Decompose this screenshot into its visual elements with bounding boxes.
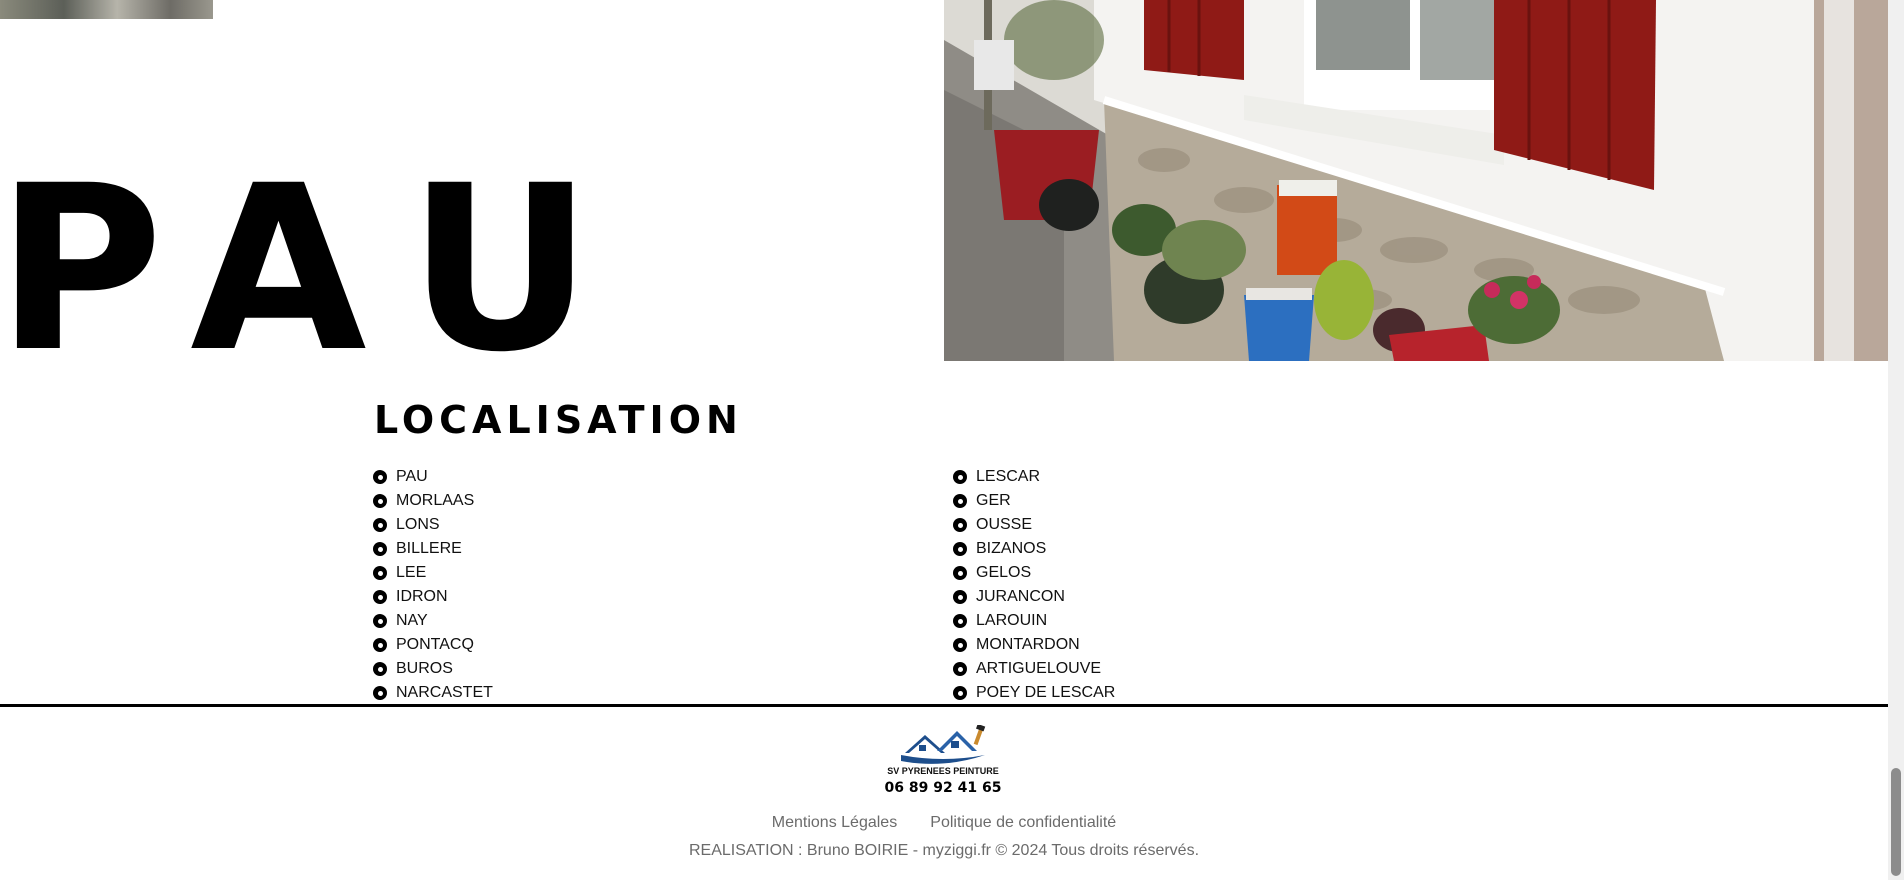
logo-text: SV PYRENEES PEINTURE [887, 766, 999, 776]
list-item: JURANCON [953, 585, 1115, 609]
list-item: MORLAAS [373, 489, 493, 513]
list-item: LESCAR [953, 465, 1115, 489]
bullet-icon [953, 590, 967, 604]
town-name: ARTIGUELOUVE [976, 660, 1102, 677]
list-item: MONTARDON [953, 633, 1115, 657]
localisation-title: LOCALISATION [374, 398, 743, 442]
partial-photo [0, 0, 213, 19]
page-scrollbar[interactable] [1888, 0, 1904, 880]
bullet-icon [953, 638, 967, 652]
list-item: BILLERE [373, 537, 493, 561]
list-item: IDRON [373, 585, 493, 609]
list-item: PAU [373, 465, 493, 489]
town-name: LONS [396, 516, 440, 533]
town-name: PAU [396, 468, 428, 485]
bullet-icon [953, 470, 967, 484]
bullet-icon [373, 470, 387, 484]
bullet-icon [953, 662, 967, 676]
bullet-icon [953, 494, 967, 508]
town-name: MONTARDON [976, 636, 1080, 653]
phone-number[interactable]: 06 89 92 41 65 [843, 780, 1043, 796]
list-item: LONS [373, 513, 493, 537]
page-hero-title: PAU [0, 136, 641, 402]
town-name: GELOS [976, 564, 1032, 581]
house-facade-photo [944, 0, 1888, 361]
list-item: POEY DE LESCAR [953, 681, 1115, 705]
bullet-icon [373, 590, 387, 604]
privacy-policy-link[interactable]: Politique de confidentialité [930, 814, 1116, 831]
town-name: MORLAAS [396, 492, 475, 509]
list-item: GELOS [953, 561, 1115, 585]
town-name: BIZANOS [976, 540, 1047, 557]
town-name: LAROUIN [976, 612, 1048, 629]
town-name: LESCAR [976, 468, 1041, 485]
list-item: LAROUIN [953, 609, 1115, 633]
list-item: BUROS [373, 657, 493, 681]
town-name: NAY [396, 612, 428, 629]
localisation-list-left: PAU MORLAAS LONS BILLERE LEE IDRON NAY P… [373, 465, 493, 705]
town-name: BILLERE [396, 540, 462, 557]
footer-credits: REALISATION : Bruno BOIRIE - myziggi.fr … [688, 842, 1200, 859]
town-name: POEY DE LESCAR [976, 684, 1116, 701]
bullet-icon [373, 542, 387, 556]
bullet-icon [373, 518, 387, 532]
bullet-icon [373, 566, 387, 580]
bullet-icon [953, 566, 967, 580]
bullet-icon [373, 614, 387, 628]
town-name: IDRON [396, 588, 448, 605]
legal-notice-link[interactable]: Mentions Légales [772, 814, 897, 831]
footer-divider [0, 704, 1888, 707]
list-item: NARCASTET [373, 681, 493, 705]
list-item: LEE [373, 561, 493, 585]
town-name: LEE [396, 564, 427, 581]
town-name: OUSSE [976, 516, 1033, 533]
bullet-icon [373, 638, 387, 652]
town-name: BUROS [396, 660, 453, 677]
list-item: OUSSE [953, 513, 1115, 537]
town-name: PONTACQ [396, 636, 474, 653]
bullet-icon [953, 686, 967, 700]
list-item: PONTACQ [373, 633, 493, 657]
bullet-icon [373, 662, 387, 676]
bullet-icon [953, 614, 967, 628]
localisation-list-right: LESCAR GER OUSSE BIZANOS GELOS JURANCON … [953, 465, 1115, 705]
list-item: ARTIGUELOUVE [953, 657, 1115, 681]
town-name: NARCASTET [396, 684, 493, 701]
scrollbar-thumb[interactable] [1891, 768, 1901, 876]
bullet-icon [953, 542, 967, 556]
bullet-icon [953, 518, 967, 532]
list-item: GER [953, 489, 1115, 513]
town-name: JURANCON [976, 588, 1065, 605]
town-name: GER [976, 492, 1011, 509]
footer-links: Mentions Légales Politique de confidenti… [0, 812, 1888, 832]
list-item: BIZANOS [953, 537, 1115, 561]
list-item: NAY [373, 609, 493, 633]
bullet-icon [373, 686, 387, 700]
bullet-icon [373, 494, 387, 508]
